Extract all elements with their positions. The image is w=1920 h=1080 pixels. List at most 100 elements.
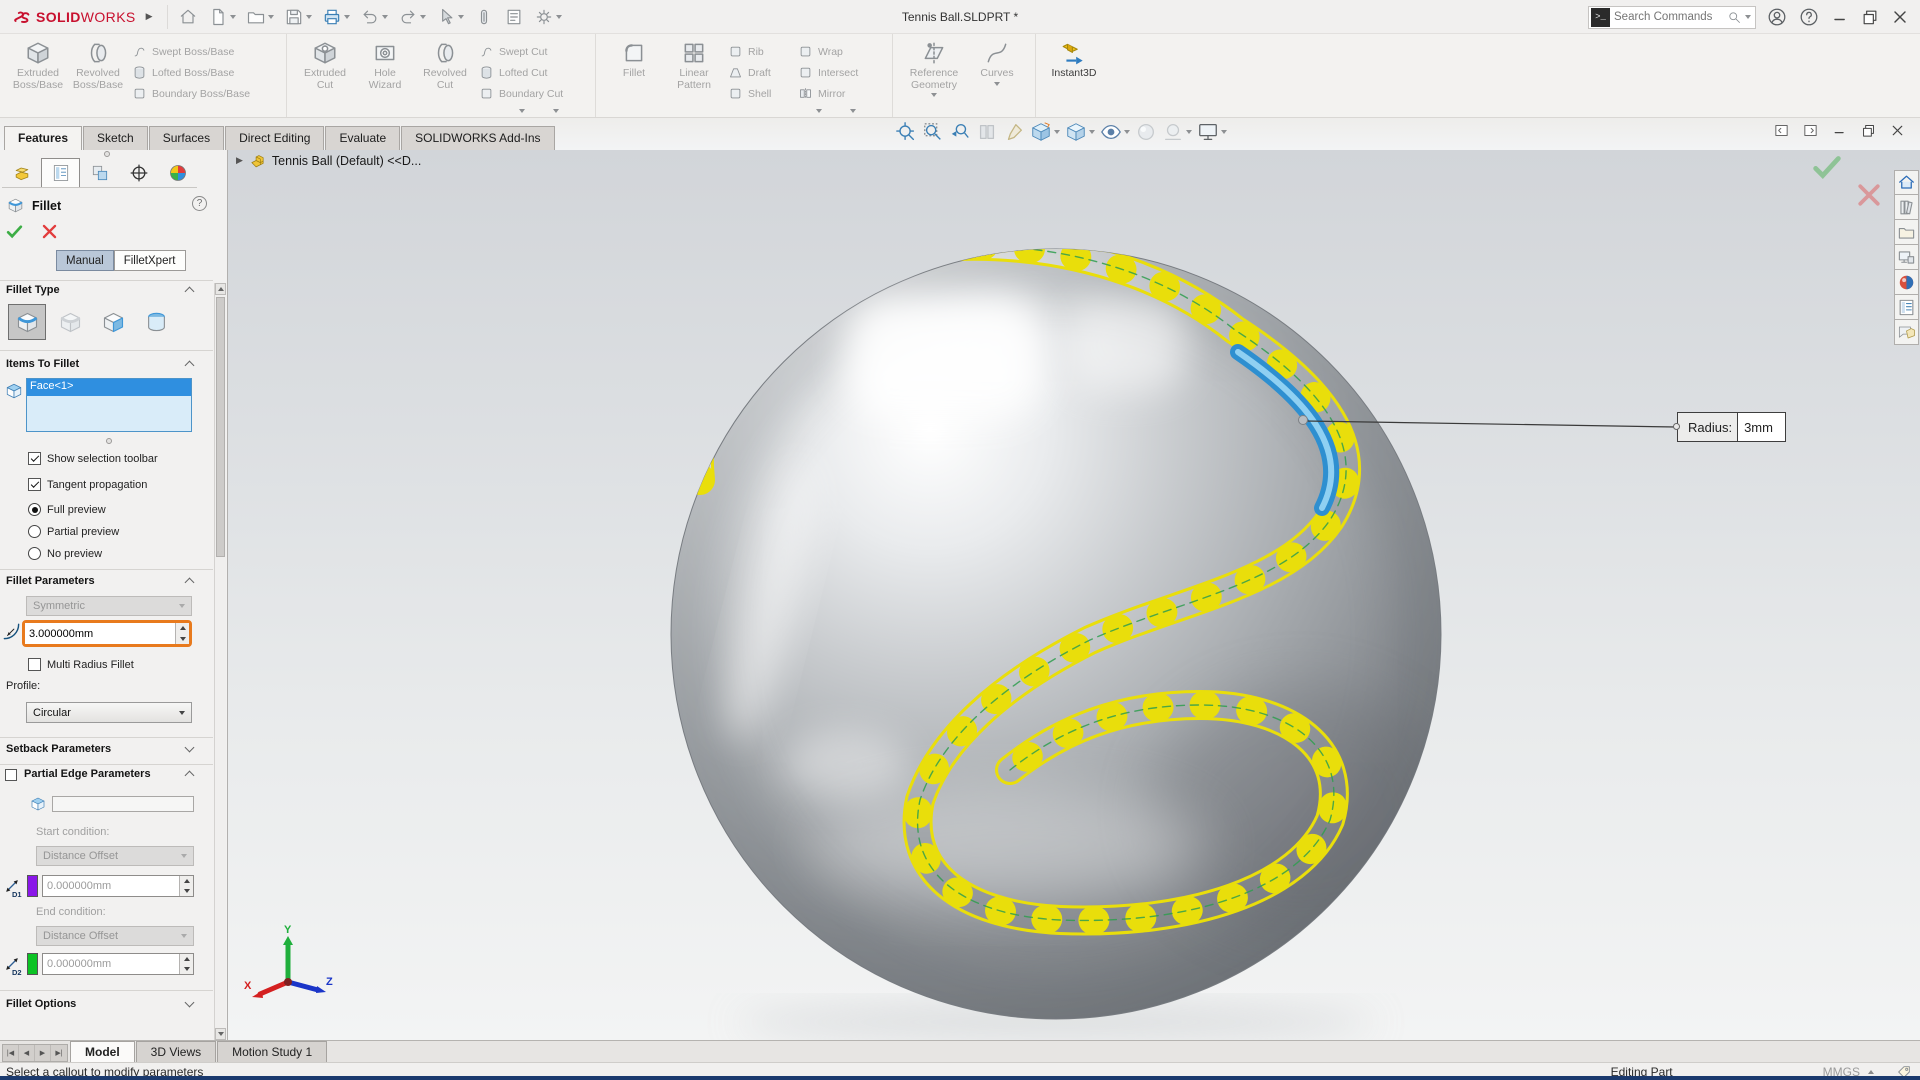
instant3d-button[interactable]: Instant3D <box>1044 37 1104 80</box>
linear-pattern-button[interactable]: Linear Pattern <box>664 37 724 91</box>
symmetry-dropdown[interactable]: Symmetric <box>26 596 192 616</box>
tab-display-manager[interactable] <box>158 158 197 187</box>
help-icon[interactable] <box>1798 6 1820 28</box>
tab-sketch[interactable]: Sketch <box>83 126 148 150</box>
save-button[interactable] <box>280 4 316 30</box>
reference-geometry-button[interactable]: Reference Geometry <box>901 37 967 97</box>
minimize-button[interactable] <box>1830 7 1850 27</box>
print-button[interactable] <box>318 4 354 30</box>
wrap-button[interactable]: Wrap <box>794 41 884 62</box>
filletxpert-mode-button[interactable]: FilletXpert <box>114 250 186 271</box>
view-palette-button[interactable] <box>1894 245 1919 270</box>
no-preview-row[interactable]: No preview <box>28 547 102 560</box>
tab-featuremanager-tree[interactable] <box>2 158 41 187</box>
file-properties-button[interactable] <box>500 4 528 30</box>
items-to-fillet-listbox[interactable]: Face<1> <box>26 378 192 432</box>
pack-and-go-button[interactable] <box>470 4 498 30</box>
collapse-pane-left-icon[interactable] <box>1773 122 1790 139</box>
close-button[interactable] <box>1890 7 1910 27</box>
radius-callout[interactable]: Radius: 3mm <box>1677 412 1786 442</box>
listbox-resize-handle[interactable] <box>106 438 112 444</box>
flyout-caret[interactable] <box>519 109 525 113</box>
section-view-button[interactable] <box>976 121 998 143</box>
tab-dimxpert[interactable] <box>119 158 158 187</box>
panel-help-button[interactable]: ? <box>192 196 207 211</box>
file-explorer-button[interactable] <box>1894 220 1919 245</box>
flyout-caret[interactable] <box>816 109 822 113</box>
callout-value-field[interactable]: 3mm <box>1738 412 1786 442</box>
tangent-propagation-checkbox[interactable] <box>28 478 41 491</box>
face-fillet-button[interactable] <box>94 304 132 340</box>
cancel-button[interactable] <box>40 222 59 241</box>
fillet-parameters-header[interactable]: Fillet Parameters <box>6 575 95 587</box>
swept-cut-button[interactable]: Swept Cut <box>475 41 587 62</box>
multi-radius-checkbox[interactable] <box>28 658 41 671</box>
boundary-boss-base-button[interactable]: Boundary Boss/Base <box>128 83 278 104</box>
full-round-fillet-button[interactable] <box>137 304 175 340</box>
part-name[interactable]: Tennis Ball (Default) <<D... <box>272 154 421 168</box>
tab-propertymanager[interactable] <box>41 158 80 187</box>
tab-evaluate[interactable]: Evaluate <box>325 126 400 150</box>
task-pane-home-button[interactable] <box>1894 170 1919 195</box>
radius-spinner[interactable] <box>175 623 189 644</box>
extruded-boss-base-button[interactable]: Extruded Boss/Base <box>8 37 68 91</box>
partial-preview-row[interactable]: Partial preview <box>28 525 119 538</box>
panel-scrollbar[interactable] <box>214 283 226 1040</box>
chevron-down-icon[interactable] <box>185 743 195 753</box>
forum-button[interactable] <box>1894 320 1919 345</box>
draft-button[interactable]: Draft <box>724 62 794 83</box>
new-document-button[interactable] <box>204 4 240 30</box>
mirror-button[interactable]: Mirror <box>794 83 884 104</box>
fillet-type-header[interactable]: Fillet Type <box>6 284 60 296</box>
partial-edge-checkbox[interactable] <box>5 769 17 781</box>
lofted-boss-base-button[interactable]: Lofted Boss/Base <box>128 62 278 83</box>
panel-splitter-handle[interactable] <box>104 151 110 157</box>
setback-parameters-header[interactable]: Setback Parameters <box>6 743 111 755</box>
last-tab-button[interactable]: ▶| <box>51 1045 67 1061</box>
end-condition-dropdown[interactable]: Distance Offset <box>36 926 194 946</box>
tab-surfaces[interactable]: Surfaces <box>149 126 224 150</box>
partial-preview-radio[interactable] <box>28 525 41 538</box>
show-selection-toolbar-row[interactable]: Show selection toolbar <box>28 452 158 465</box>
confirm-cancel-overlay[interactable] <box>1854 180 1884 215</box>
items-to-fillet-header[interactable]: Items To Fillet <box>6 358 79 370</box>
fillet-options-header[interactable]: Fillet Options <box>6 998 76 1010</box>
intersect-button[interactable]: Intersect <box>794 62 884 83</box>
boundary-cut-button[interactable]: Boundary Cut <box>475 83 587 104</box>
end-offset-field[interactable]: 0.000000mm <box>42 953 194 975</box>
shell-button[interactable]: Shell <box>724 83 794 104</box>
tennis-ball-3d-view[interactable] <box>228 150 1920 1040</box>
search-commands-box[interactable]: >_ <box>1588 6 1756 29</box>
view-orientation-button[interactable] <box>1030 121 1060 143</box>
user-account-icon[interactable] <box>1766 6 1788 28</box>
tab-configuration-manager[interactable] <box>80 158 119 187</box>
swept-boss-base-button[interactable]: Swept Boss/Base <box>128 41 278 62</box>
search-input[interactable] <box>1614 11 1727 23</box>
tab-scroll-buttons[interactable]: |◀ ◀ ▶ ▶| <box>2 1044 68 1062</box>
open-button[interactable] <box>242 4 278 30</box>
multi-radius-row[interactable]: Multi Radius Fillet <box>28 658 134 671</box>
hide-show-items-button[interactable] <box>1100 121 1130 143</box>
doc-restore-button[interactable] <box>1860 122 1877 139</box>
flyout-caret[interactable] <box>850 109 856 113</box>
flyout-caret[interactable] <box>553 109 559 113</box>
tree-expand-arrow[interactable]: ▶ <box>236 155 243 166</box>
annotation-views-button[interactable] <box>1003 121 1025 143</box>
revolved-cut-button[interactable]: Revolved Cut <box>415 37 475 91</box>
selected-face-item[interactable]: Face<1> <box>27 379 191 396</box>
full-preview-row[interactable]: Full preview <box>28 503 106 516</box>
next-tab-button[interactable]: ▶ <box>35 1045 51 1061</box>
tab-solidworks-add-ins[interactable]: SOLIDWORKS Add-Ins <box>401 126 554 150</box>
hole-wizard-button[interactable]: Hole Wizard <box>355 37 415 91</box>
zoom-to-area-button[interactable] <box>922 121 944 143</box>
undo-button[interactable] <box>356 4 392 30</box>
graphics-viewport[interactable]: ▶ Tennis Ball (Default) <<D... Radius: 3… <box>228 150 1920 1040</box>
zoom-to-fit-button[interactable] <box>895 121 917 143</box>
redo-button[interactable] <box>394 4 430 30</box>
curves-button[interactable]: Curves <box>967 37 1027 86</box>
collapse-pane-right-icon[interactable] <box>1802 122 1819 139</box>
radius-input[interactable] <box>25 623 175 644</box>
profile-dropdown[interactable]: Circular <box>26 702 192 723</box>
design-library-button[interactable] <box>1894 195 1919 220</box>
chevron-down-icon[interactable] <box>185 998 195 1008</box>
